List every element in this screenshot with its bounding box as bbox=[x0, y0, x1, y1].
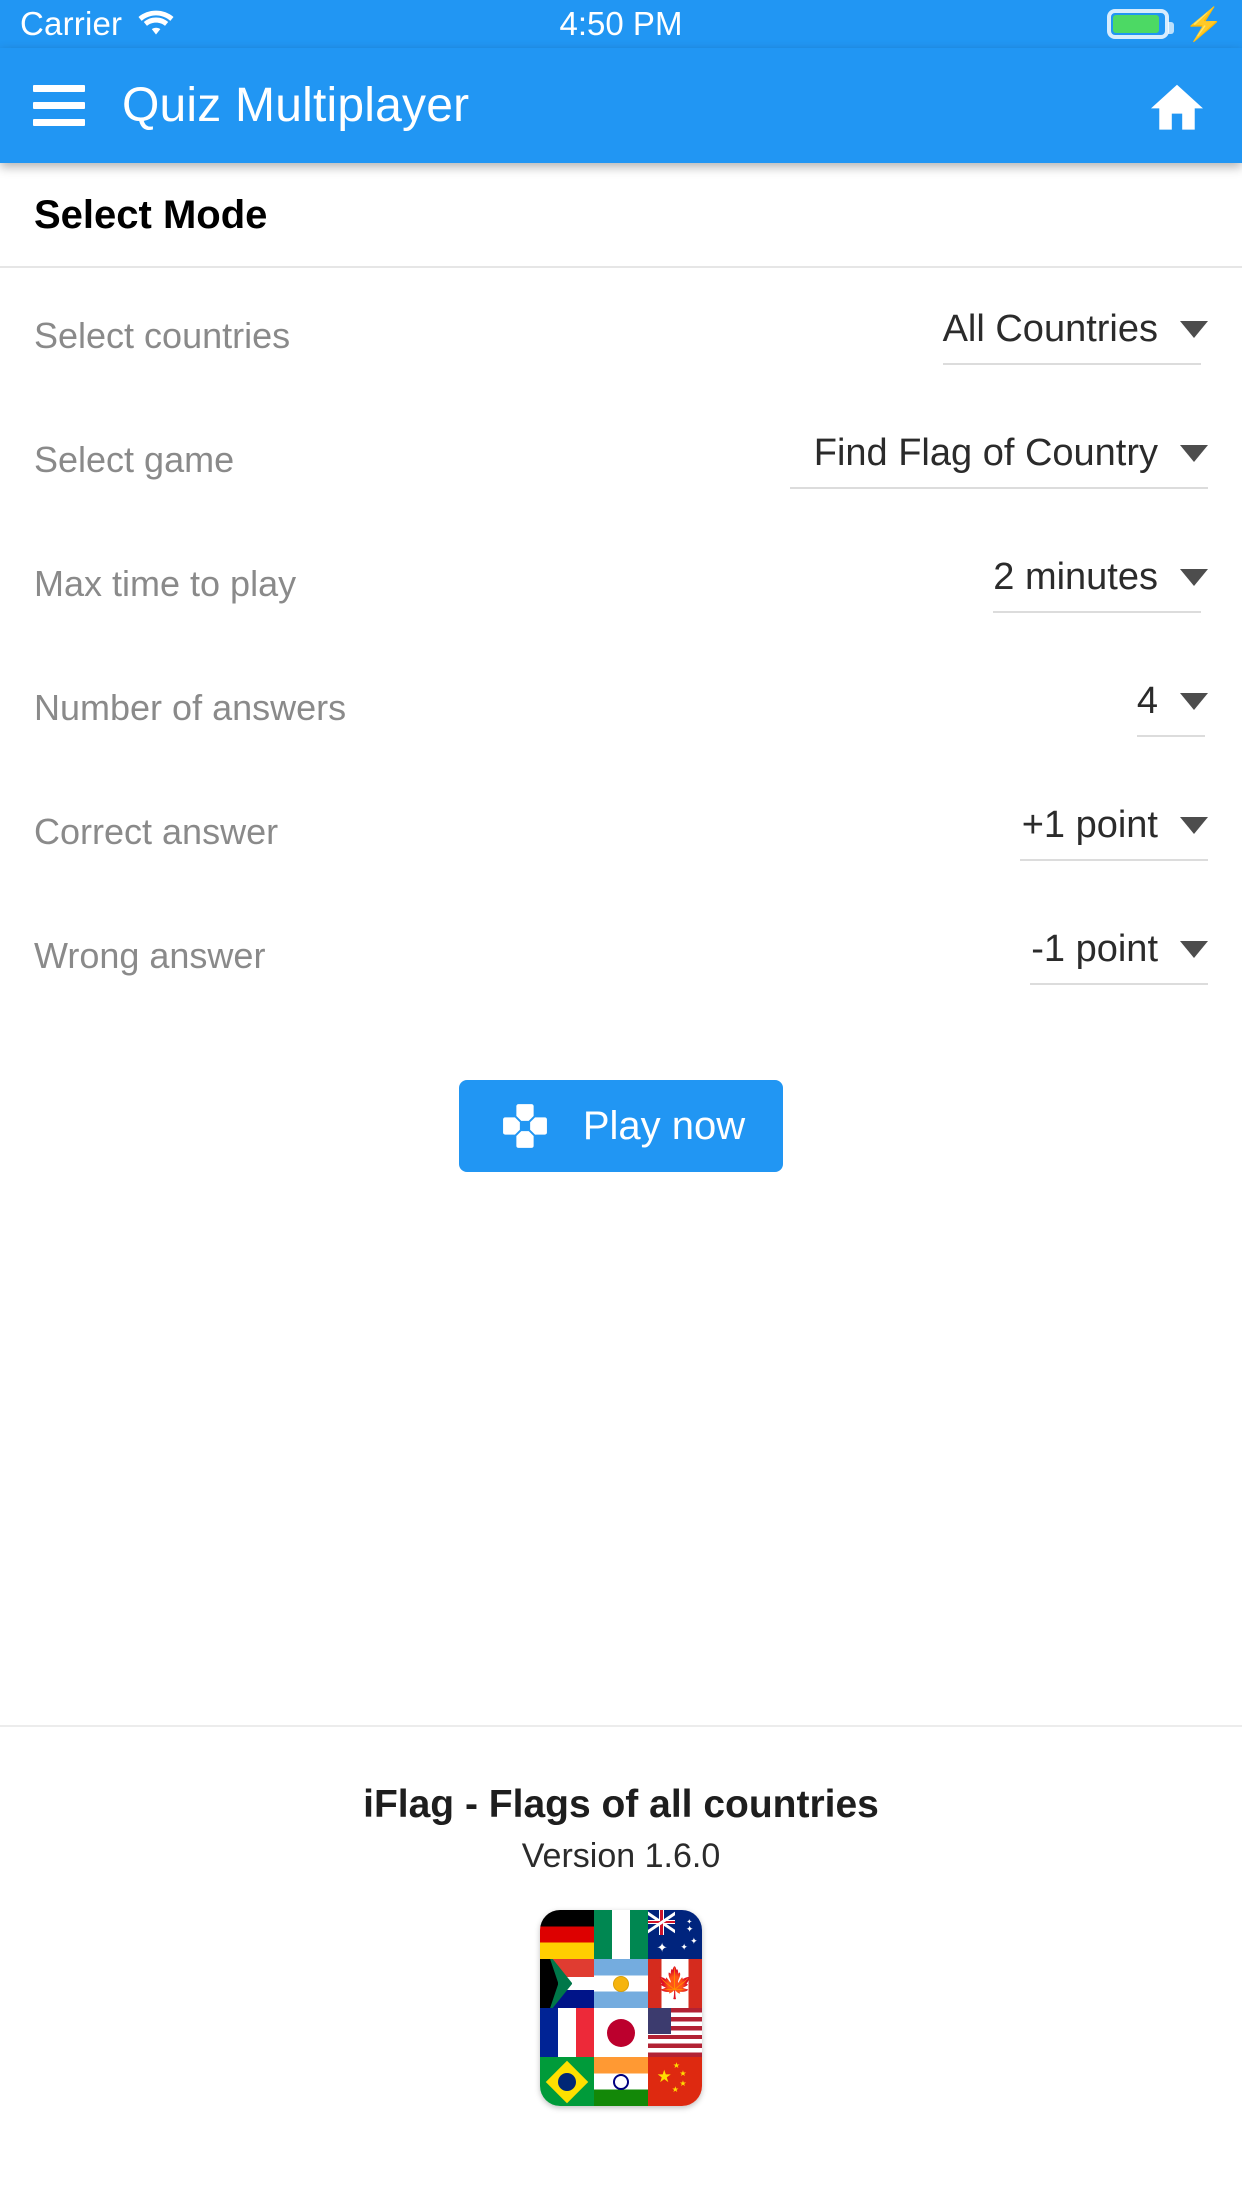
settings-list: Select countries All Countries Select ga… bbox=[0, 268, 1242, 1018]
setting-value: -1 point bbox=[1031, 927, 1158, 970]
setting-label: Number of answers bbox=[34, 687, 347, 728]
field-underline bbox=[942, 362, 1201, 365]
battery-full-icon bbox=[1107, 9, 1175, 39]
setting-value: +1 point bbox=[1021, 803, 1158, 846]
status-bar: Carrier 4:50 PM ⚡ bbox=[0, 0, 1242, 48]
hamburger-menu-icon[interactable] bbox=[33, 85, 85, 126]
flags-grid-app-icon: ✦ ✦ ✦ ✦ ✦ 🍁 ★ ★ ★ ★ ★ bbox=[540, 1910, 702, 2106]
home-icon[interactable] bbox=[1148, 80, 1206, 132]
flag-nigeria bbox=[594, 1910, 648, 1959]
field-underline bbox=[1030, 982, 1208, 985]
setting-label: Select game bbox=[34, 439, 235, 480]
setting-row-correct-answer[interactable]: Correct answer +1 point bbox=[0, 770, 1242, 894]
app-bar: Quiz Multiplayer bbox=[0, 48, 1242, 163]
setting-row-select-game[interactable]: Select game Find Flag of Country bbox=[0, 398, 1242, 522]
number-of-answers-dropdown[interactable]: 4 bbox=[1136, 679, 1208, 737]
chevron-down-icon[interactable] bbox=[1180, 816, 1208, 834]
flag-china: ★ ★ ★ ★ ★ bbox=[648, 2057, 702, 2106]
clock-label: 4:50 PM bbox=[559, 5, 683, 42]
setting-label: Max time to play bbox=[34, 563, 297, 604]
field-underline bbox=[1020, 858, 1208, 861]
setting-row-number-of-answers[interactable]: Number of answers 4 bbox=[0, 646, 1242, 770]
page-title: Quiz Multiplayer bbox=[122, 79, 470, 132]
setting-row-max-time[interactable]: Max time to play 2 minutes bbox=[0, 522, 1242, 646]
field-underline bbox=[993, 610, 1202, 613]
chevron-down-icon[interactable] bbox=[1180, 444, 1208, 462]
app-version-label: Version 1.6.0 bbox=[521, 1837, 721, 1875]
chevron-down-icon[interactable] bbox=[1180, 320, 1208, 338]
play-now-button[interactable]: Play now bbox=[458, 1080, 784, 1172]
flag-germany bbox=[540, 1910, 594, 1959]
wifi-icon bbox=[136, 7, 176, 42]
flag-india bbox=[594, 2057, 648, 2106]
setting-value: 2 minutes bbox=[993, 555, 1158, 598]
setting-value: 4 bbox=[1136, 679, 1158, 722]
flag-south-africa bbox=[540, 1959, 594, 2008]
field-underline bbox=[1136, 734, 1205, 737]
app-screen: Carrier 4:50 PM ⚡ Quiz Multiplayer Selec… bbox=[0, 0, 1242, 2208]
status-bar-center: 4:50 PM bbox=[410, 5, 832, 43]
carrier-label: Carrier bbox=[20, 5, 123, 42]
max-time-dropdown[interactable]: 2 minutes bbox=[993, 556, 1208, 613]
setting-label: Select countries bbox=[34, 315, 291, 356]
flag-australia: ✦ ✦ ✦ ✦ ✦ bbox=[648, 1910, 702, 1959]
chevron-down-icon[interactable] bbox=[1180, 692, 1208, 710]
flag-canada: 🍁 bbox=[648, 1959, 702, 2008]
setting-value: All Countries bbox=[942, 307, 1158, 350]
play-now-label: Play now bbox=[582, 1103, 746, 1148]
lightning-bolt-icon: ⚡ bbox=[1184, 6, 1224, 42]
setting-row-wrong-answer[interactable]: Wrong answer -1 point bbox=[0, 894, 1242, 1018]
wrong-answer-dropdown[interactable]: -1 point bbox=[1030, 928, 1208, 985]
setting-label: Correct answer bbox=[34, 811, 279, 852]
flag-japan bbox=[594, 2008, 648, 2057]
setting-value: Find Flag of Country bbox=[813, 431, 1158, 474]
chevron-down-icon[interactable] bbox=[1180, 940, 1208, 958]
setting-row-select-countries[interactable]: Select countries All Countries bbox=[0, 274, 1242, 398]
correct-answer-dropdown[interactable]: +1 point bbox=[1020, 804, 1208, 861]
app-name-label: iFlag - Flags of all countries bbox=[363, 1783, 879, 1826]
gamepad-dpad-icon bbox=[497, 1098, 553, 1154]
flag-france bbox=[540, 2008, 594, 2057]
setting-label: Wrong answer bbox=[34, 935, 266, 976]
content-area: Select Mode Select countries All Countri… bbox=[0, 163, 1242, 1172]
field-underline bbox=[790, 486, 1208, 489]
flag-brazil bbox=[540, 2057, 594, 2106]
section-title: Select Mode bbox=[34, 193, 268, 237]
flag-united-states bbox=[648, 2008, 702, 2057]
select-countries-dropdown[interactable]: All Countries bbox=[942, 307, 1208, 365]
status-bar-right: ⚡ bbox=[832, 8, 1242, 40]
play-button-container: Play now bbox=[0, 1080, 1242, 1172]
status-bar-left: Carrier bbox=[0, 5, 410, 43]
select-game-dropdown[interactable]: Find Flag of Country bbox=[790, 432, 1208, 489]
footer: iFlag - Flags of all countries Version 1… bbox=[0, 1725, 1242, 2106]
chevron-down-icon[interactable] bbox=[1180, 568, 1208, 586]
flag-argentina bbox=[594, 1959, 648, 2008]
